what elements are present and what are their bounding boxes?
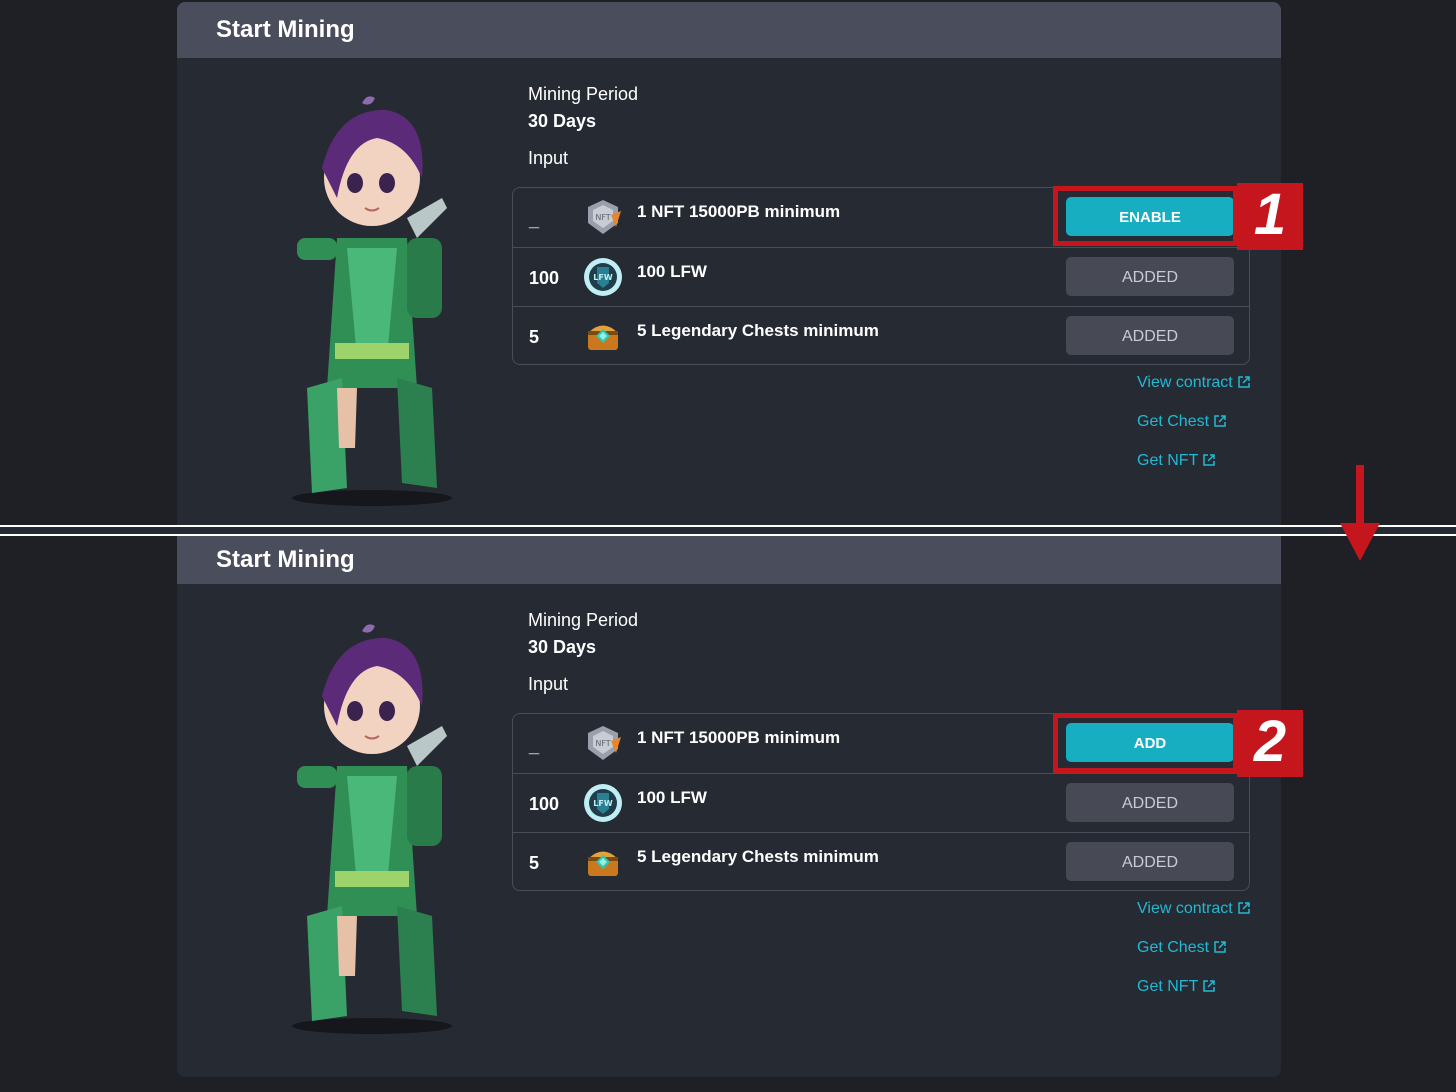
get-nft-link[interactable]: Get NFT: [1137, 452, 1251, 470]
row-quantity: 100: [529, 268, 560, 288]
svg-text:LFW: LFW: [593, 799, 613, 808]
external-link-icon: [1214, 941, 1226, 953]
hero-character-image: [292, 624, 452, 1034]
lfw-coin-icon: LFW: [584, 258, 622, 296]
mining-period-value: 30 Days: [528, 637, 597, 657]
row-quantity: _: [529, 210, 540, 230]
step-2-number: 2: [1237, 710, 1303, 777]
links-list: View contract Get Chest Get NFT: [1137, 374, 1251, 491]
hero-character-image: [292, 96, 452, 506]
row-quantity: 100: [529, 794, 560, 814]
mining-period-label: Mining Period: [528, 84, 639, 104]
row-description: 5 Legendary Chests minimum: [637, 847, 879, 866]
link-label: Get Chest: [1137, 939, 1210, 956]
row-description: 100 LFW: [637, 262, 707, 281]
input-label: Input: [528, 674, 569, 694]
step-2-highlight: [1053, 713, 1238, 773]
panel-title: Start Mining: [177, 536, 1281, 584]
link-label: View contract: [1137, 374, 1233, 391]
row-quantity: _: [529, 736, 540, 756]
svg-text:LFW: LFW: [593, 273, 613, 282]
start-mining-panel-1: Start Mining Mining Period 30 Days Input…: [177, 2, 1281, 525]
mining-period-value: 30 Days: [528, 111, 597, 131]
input-label: Input: [528, 148, 569, 168]
mining-info: Mining Period 30 Days Input: [528, 84, 638, 169]
svg-text:NFT: NFT: [595, 213, 610, 222]
down-arrow-icon: [1340, 465, 1380, 561]
panel-title: Start Mining: [177, 2, 1281, 58]
added-button[interactable]: ADDED: [1066, 316, 1234, 355]
start-mining-panel-2: Start Mining Mining Period 30 Days Input…: [177, 536, 1281, 1077]
input-row: 5 5 Legendary Chests minimum ADDED: [513, 306, 1249, 365]
svg-text:NFT: NFT: [595, 739, 610, 748]
row-description: 100 LFW: [637, 788, 707, 807]
row-description: 5 Legendary Chests minimum: [637, 321, 879, 340]
external-link-icon: [1203, 980, 1216, 992]
link-label: Get NFT: [1137, 978, 1199, 995]
external-link-icon: [1214, 415, 1226, 427]
legendary-chest-icon: [588, 325, 618, 350]
row-quantity: 5: [529, 853, 540, 873]
added-button[interactable]: ADDED: [1066, 783, 1234, 822]
row-quantity: 5: [529, 327, 540, 347]
nft-badge-icon: NFT: [588, 726, 621, 760]
input-row: 5 5 Legendary Chests minimum ADDED: [513, 832, 1249, 891]
mining-period-label: Mining Period: [528, 610, 639, 630]
view-contract-link[interactable]: View contract: [1137, 900, 1251, 918]
screenshot-divider: [0, 525, 1456, 536]
row-description: 1 NFT 15000PB minimum: [637, 202, 841, 221]
added-button[interactable]: ADDED: [1066, 842, 1234, 881]
link-label: View contract: [1137, 900, 1233, 917]
external-link-icon: [1238, 376, 1250, 388]
get-chest-link[interactable]: Get Chest: [1137, 413, 1251, 431]
row-description: 1 NFT 15000PB minimum: [637, 728, 841, 747]
link-label: Get NFT: [1137, 452, 1199, 469]
link-label: Get Chest: [1137, 413, 1210, 430]
added-button[interactable]: ADDED: [1066, 257, 1234, 296]
legendary-chest-icon: [588, 851, 618, 876]
links-list: View contract Get Chest Get NFT: [1137, 900, 1251, 1017]
step-1-highlight: [1053, 186, 1238, 246]
mining-info: Mining Period 30 Days Input: [528, 610, 638, 695]
input-row: 100 LFW 100 LFW ADDED: [513, 247, 1249, 306]
step-1-number: 1: [1237, 183, 1303, 250]
input-row: 100 LFW 100 LFW ADDED: [513, 773, 1249, 832]
external-link-icon: [1238, 902, 1250, 914]
lfw-coin-icon: LFW: [584, 784, 622, 822]
external-link-icon: [1203, 454, 1216, 466]
get-chest-link[interactable]: Get Chest: [1137, 939, 1251, 957]
get-nft-link[interactable]: Get NFT: [1137, 978, 1251, 996]
view-contract-link[interactable]: View contract: [1137, 374, 1251, 392]
nft-badge-icon: NFT: [588, 200, 621, 234]
